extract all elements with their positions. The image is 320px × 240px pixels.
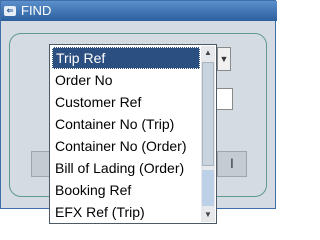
search-input[interactable]	[215, 88, 233, 110]
option-bill-of-lading-order[interactable]: Bill of Lading (Order)	[52, 157, 200, 179]
option-container-no-order[interactable]: Container No (Order)	[52, 135, 200, 157]
scrollbar-track-lower[interactable]	[202, 170, 214, 206]
option-container-no-trip[interactable]: Container No (Trip)	[52, 113, 200, 135]
app-window-icon: ⇐	[4, 6, 16, 16]
search-type-dropdown-list[interactable]: Trip Ref Order No Customer Ref Container…	[49, 44, 217, 224]
window-title: FIND	[21, 3, 52, 18]
title-bar: ⇐ FIND	[1, 1, 277, 21]
dropdown-scrollbar[interactable]: ▲ ▼	[201, 46, 215, 222]
scrollbar-thumb[interactable]	[202, 62, 214, 166]
option-customer-ref[interactable]: Customer Ref	[52, 91, 200, 113]
arrow-up-icon[interactable]: ▲	[201, 46, 215, 60]
option-booking-ref[interactable]: Booking Ref	[52, 179, 200, 201]
option-order-no[interactable]: Order No	[52, 69, 200, 91]
chevron-down-icon[interactable]: ▼	[217, 47, 231, 71]
option-efx-ref-trip[interactable]: EFX Ref (Trip)	[52, 201, 200, 223]
dropdown-options: Trip Ref Order No Customer Ref Container…	[52, 47, 200, 223]
option-trip-ref[interactable]: Trip Ref	[52, 47, 200, 69]
arrow-down-icon[interactable]: ▼	[201, 208, 215, 222]
right-button[interactable]: l	[217, 151, 247, 177]
